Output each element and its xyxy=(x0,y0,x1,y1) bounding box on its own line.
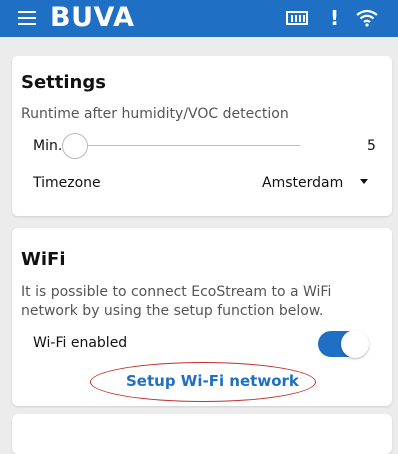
wifi-enabled-label: Wi-Fi enabled xyxy=(33,335,128,351)
next-card xyxy=(12,414,392,454)
wifi-title: WiFi xyxy=(21,249,66,270)
setup-wifi-link[interactable]: Setup Wi-Fi network xyxy=(126,372,299,390)
wifi-description-line1: It is possible to connect EcoStream to a… xyxy=(21,284,332,300)
chevron-down-icon[interactable] xyxy=(360,179,368,184)
timezone-label: Timezone xyxy=(33,175,101,191)
settings-title: Settings xyxy=(21,72,106,93)
wifi-icon[interactable] xyxy=(356,9,378,27)
brand-logo: BUVA xyxy=(50,2,135,33)
runtime-slider-track[interactable] xyxy=(62,145,300,146)
runtime-slider-thumb[interactable] xyxy=(62,133,88,159)
device-icon[interactable] xyxy=(286,11,308,25)
slider-value: 5 xyxy=(367,138,376,154)
top-app-bar: BUVA ! xyxy=(0,0,398,37)
toggle-knob xyxy=(341,330,369,358)
menu-icon[interactable] xyxy=(18,11,36,25)
timezone-select[interactable]: Amsterdam xyxy=(262,175,343,191)
slider-min-label: Min. xyxy=(33,138,63,154)
runtime-label: Runtime after humidity/VOC detection xyxy=(21,106,289,122)
wifi-description-line2: network by using the setup function belo… xyxy=(21,303,324,319)
wifi-enabled-toggle[interactable] xyxy=(318,330,369,358)
alert-icon[interactable]: ! xyxy=(330,6,339,30)
